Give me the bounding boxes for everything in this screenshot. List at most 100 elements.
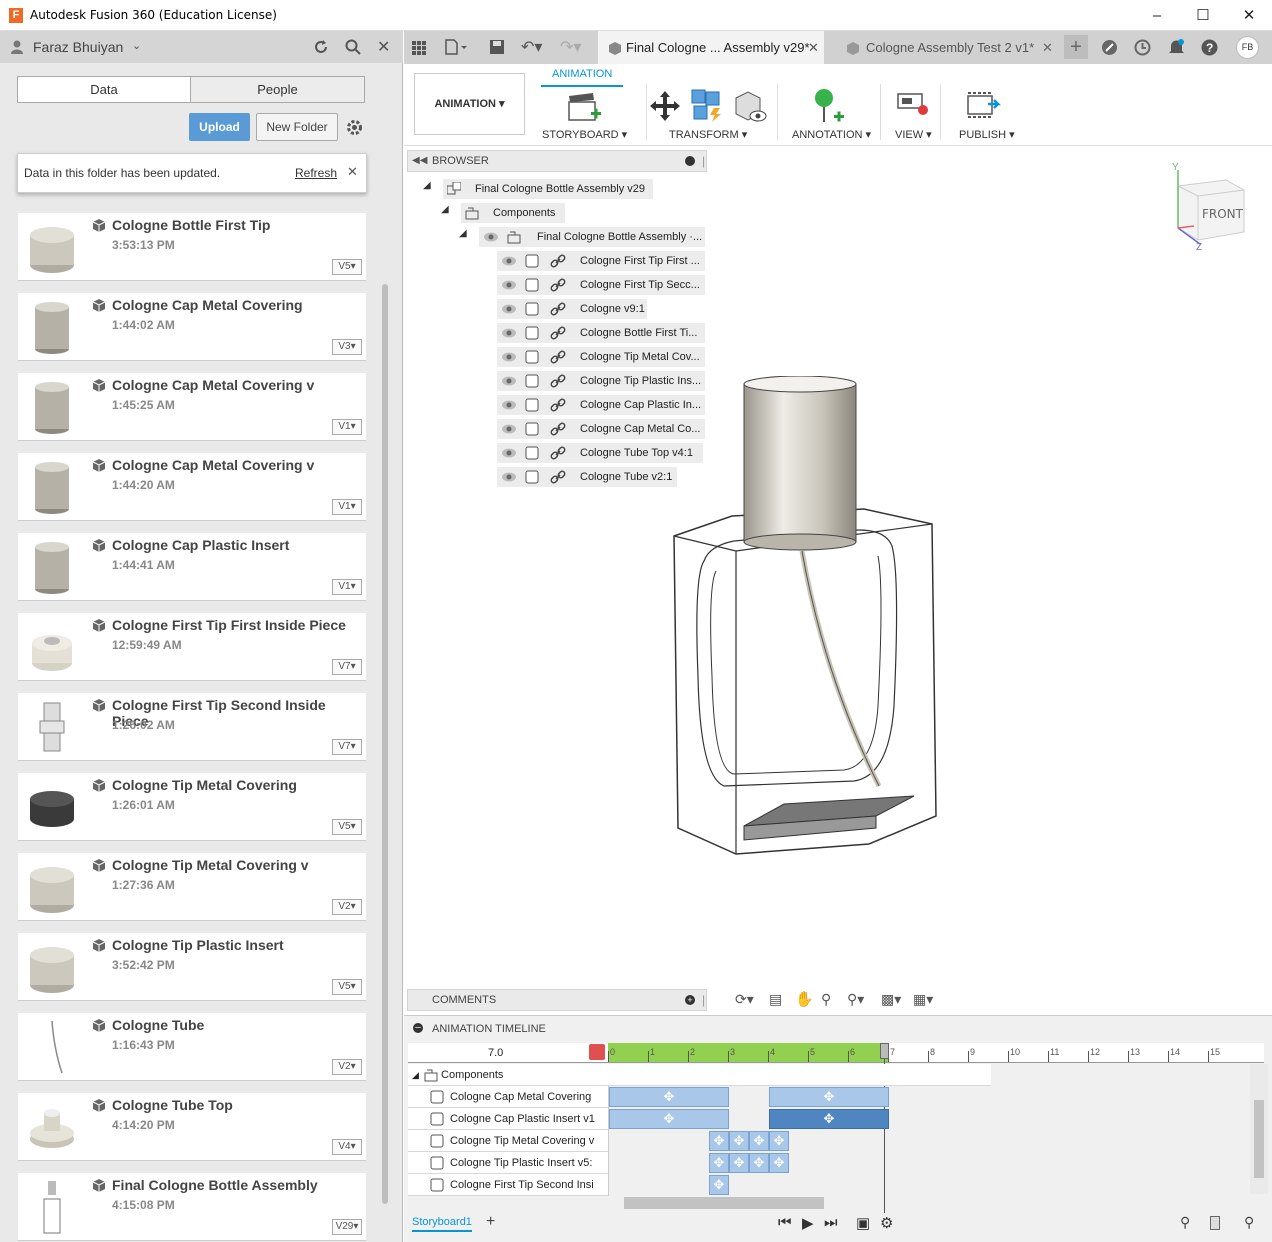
file-name[interactable]: Cologne First Tip First Inside Piece: [112, 617, 346, 633]
close-tab-icon[interactable]: ✕: [808, 31, 819, 64]
cologne-bottle-model[interactable]: [664, 376, 954, 876]
undo-icon[interactable]: ↶▾: [521, 37, 542, 57]
look-at-icon[interactable]: ▤: [769, 991, 782, 1008]
time-ruler[interactable]: 0 1 2 3 4 5 6 7 8 9 10 11 12 13 14 15: [608, 1043, 1264, 1063]
storyboard-clapper-icon[interactable]: [567, 92, 601, 124]
file-card[interactable]: Cologne Tip Plastic Insert 3:52:42 PM V5▾: [18, 933, 366, 1001]
file-thumbnail[interactable]: [26, 1019, 78, 1075]
file-name[interactable]: Cologne Bottle First Tip: [112, 217, 270, 233]
gear-icon[interactable]: [346, 119, 363, 136]
timeline-vertical-scrollbar[interactable]: [1250, 1064, 1268, 1194]
transform-move-icon[interactable]: [649, 90, 681, 122]
file-card[interactable]: Cologne Tip Metal Covering 1:26:01 AM V5▾: [18, 773, 366, 841]
version-badge[interactable]: V1▾: [332, 419, 362, 435]
close-panel-icon[interactable]: ✕: [377, 37, 390, 57]
view-menu[interactable]: VIEW ▾: [895, 128, 932, 141]
timeline-row[interactable]: Cologne Tip Metal Covering v: [408, 1130, 608, 1152]
pan-hand-icon[interactable]: ✋: [795, 990, 814, 1008]
file-thumbnail[interactable]: [26, 539, 78, 595]
visibility-eye-icon[interactable]: [501, 447, 517, 459]
browser-header[interactable]: ◀◀ BROWSER |: [407, 150, 707, 172]
orbit-icon[interactable]: ⟳▾: [735, 991, 754, 1008]
playback-settings-gear-icon[interactable]: ⚙: [880, 1214, 893, 1232]
version-badge[interactable]: V7▾: [332, 659, 362, 675]
storyboard-tab[interactable]: Storyboard1: [412, 1216, 472, 1232]
tree-component-item[interactable]: Cologne v9:1: [497, 299, 647, 319]
tree-components-folder[interactable]: Components: [461, 203, 565, 223]
file-card[interactable]: Cologne Tube Top 4:14:20 PM V4▾: [18, 1093, 366, 1161]
file-card[interactable]: Cologne Cap Metal Covering 1:44:02 AM V3▾: [18, 293, 366, 361]
timeline-row[interactable]: Cologne Tip Plastic Insert v5:: [408, 1152, 608, 1174]
avatar[interactable]: FB: [1236, 36, 1259, 59]
skip-to-start-icon[interactable]: ⏮: [778, 1214, 792, 1231]
file-thumbnail[interactable]: [26, 699, 78, 755]
tree-final-assembly[interactable]: Final Cologne Bottle Assembly ·...: [479, 227, 705, 247]
version-badge[interactable]: V4▾: [332, 1139, 362, 1155]
clear-markers-icon[interactable]: [589, 1044, 605, 1060]
tree-component-item[interactable]: Cologne First Tip First ...: [497, 251, 705, 271]
timeline-group-components[interactable]: ◢ Components: [408, 1064, 991, 1086]
animation-action-block[interactable]: ✥: [729, 1153, 749, 1173]
skip-to-end-icon[interactable]: ⏭: [824, 1214, 838, 1231]
close-window-button[interactable]: ✕: [1226, 0, 1272, 31]
timeline-horizontal-scrollbar[interactable]: [624, 1197, 824, 1209]
zoom-in-icon[interactable]: ⚲: [1244, 1214, 1254, 1231]
minimize-browser-icon[interactable]: [685, 156, 695, 166]
timeline-row[interactable]: Cologne Cap Metal Covering: [408, 1086, 608, 1108]
file-thumbnail[interactable]: [26, 379, 78, 435]
app-grid-icon[interactable]: [412, 41, 426, 55]
file-name[interactable]: Cologne Cap Metal Covering v: [112, 457, 314, 473]
tree-component-item[interactable]: Cologne First Tip Secc...: [497, 275, 705, 295]
extensions-icon[interactable]: [1101, 39, 1118, 56]
file-card[interactable]: Cologne First Tip Second Inside Piece 1:2…: [18, 693, 366, 761]
zoom-icon[interactable]: ⚲: [821, 991, 831, 1008]
pin-icon[interactable]: |: [702, 154, 705, 168]
file-name[interactable]: Cologne Tip Metal Covering v: [112, 857, 309, 873]
tree-component-item[interactable]: Cologne Tip Metal Cov...: [497, 347, 705, 367]
minimize-button[interactable]: –: [1134, 0, 1180, 31]
pin-icon[interactable]: |: [702, 993, 705, 1007]
file-name[interactable]: Cologne Tube Top: [112, 1097, 233, 1113]
publish-video-icon[interactable]: [966, 90, 1002, 120]
animation-action-block[interactable]: ✥: [709, 1131, 729, 1151]
file-thumbnail[interactable]: [26, 1179, 78, 1235]
file-thumbnail[interactable]: [26, 779, 78, 835]
refresh-link[interactable]: Refresh: [295, 166, 337, 180]
view-camera-icon[interactable]: [896, 90, 932, 120]
file-thumbnail[interactable]: [26, 939, 78, 995]
upload-button[interactable]: Upload: [189, 113, 250, 141]
file-name[interactable]: Cologne Cap Metal Covering: [112, 297, 303, 313]
animation-action-block[interactable]: ✥: [609, 1109, 729, 1129]
tree-component-item[interactable]: Cologne Cap Metal Co...: [497, 419, 705, 439]
visibility-eye-icon[interactable]: [501, 399, 517, 411]
refresh-icon[interactable]: [313, 39, 329, 55]
file-name[interactable]: Cologne Cap Plastic Insert: [112, 537, 289, 553]
file-card[interactable]: Cologne First Tip First Inside Piece 12:5…: [18, 613, 366, 681]
file-name[interactable]: Cologne Tip Metal Covering: [112, 777, 297, 793]
file-thumbnail[interactable]: [26, 219, 78, 275]
tree-component-item[interactable]: Cologne Tube Top v4:1: [497, 443, 703, 463]
notifications-bell-icon[interactable]: [1168, 38, 1185, 56]
version-badge[interactable]: V1▾: [332, 579, 362, 595]
annotation-menu[interactable]: ANNOTATION ▾: [792, 128, 871, 141]
file-name[interactable]: Final Cologne Bottle Assembly: [112, 1177, 318, 1193]
file-menu-icon[interactable]: [445, 39, 467, 55]
animation-action-block[interactable]: ✥: [769, 1087, 889, 1107]
timeline-row[interactable]: Cologne First Tip Second Insi: [408, 1174, 608, 1196]
job-status-icon[interactable]: [1134, 39, 1151, 56]
version-badge[interactable]: V2▾: [332, 899, 362, 915]
animation-action-block[interactable]: ✥: [749, 1131, 769, 1151]
view-cube-face-label[interactable]: FRONT: [1202, 207, 1243, 221]
file-card[interactable]: Cologne Tube 1:16:43 PM V2▾: [18, 1013, 366, 1081]
tree-root-assembly[interactable]: Final Cologne Bottle Assembly v29: [443, 179, 653, 199]
animation-action-block[interactable]: ✥: [609, 1087, 729, 1107]
animation-action-block[interactable]: ✥: [709, 1153, 729, 1173]
file-thumbnail[interactable]: [26, 1099, 78, 1155]
comments-header[interactable]: COMMENTS + |: [407, 989, 707, 1011]
expand-triangle-icon[interactable]: ◢: [423, 180, 431, 191]
annotation-callout-icon[interactable]: [812, 88, 844, 124]
scrollbar[interactable]: [382, 284, 388, 1204]
file-card[interactable]: Cologne Tip Metal Covering v 1:27:36 AM V2…: [18, 853, 366, 921]
version-badge[interactable]: V29▾: [332, 1219, 362, 1235]
version-badge[interactable]: V2▾: [332, 1059, 362, 1075]
